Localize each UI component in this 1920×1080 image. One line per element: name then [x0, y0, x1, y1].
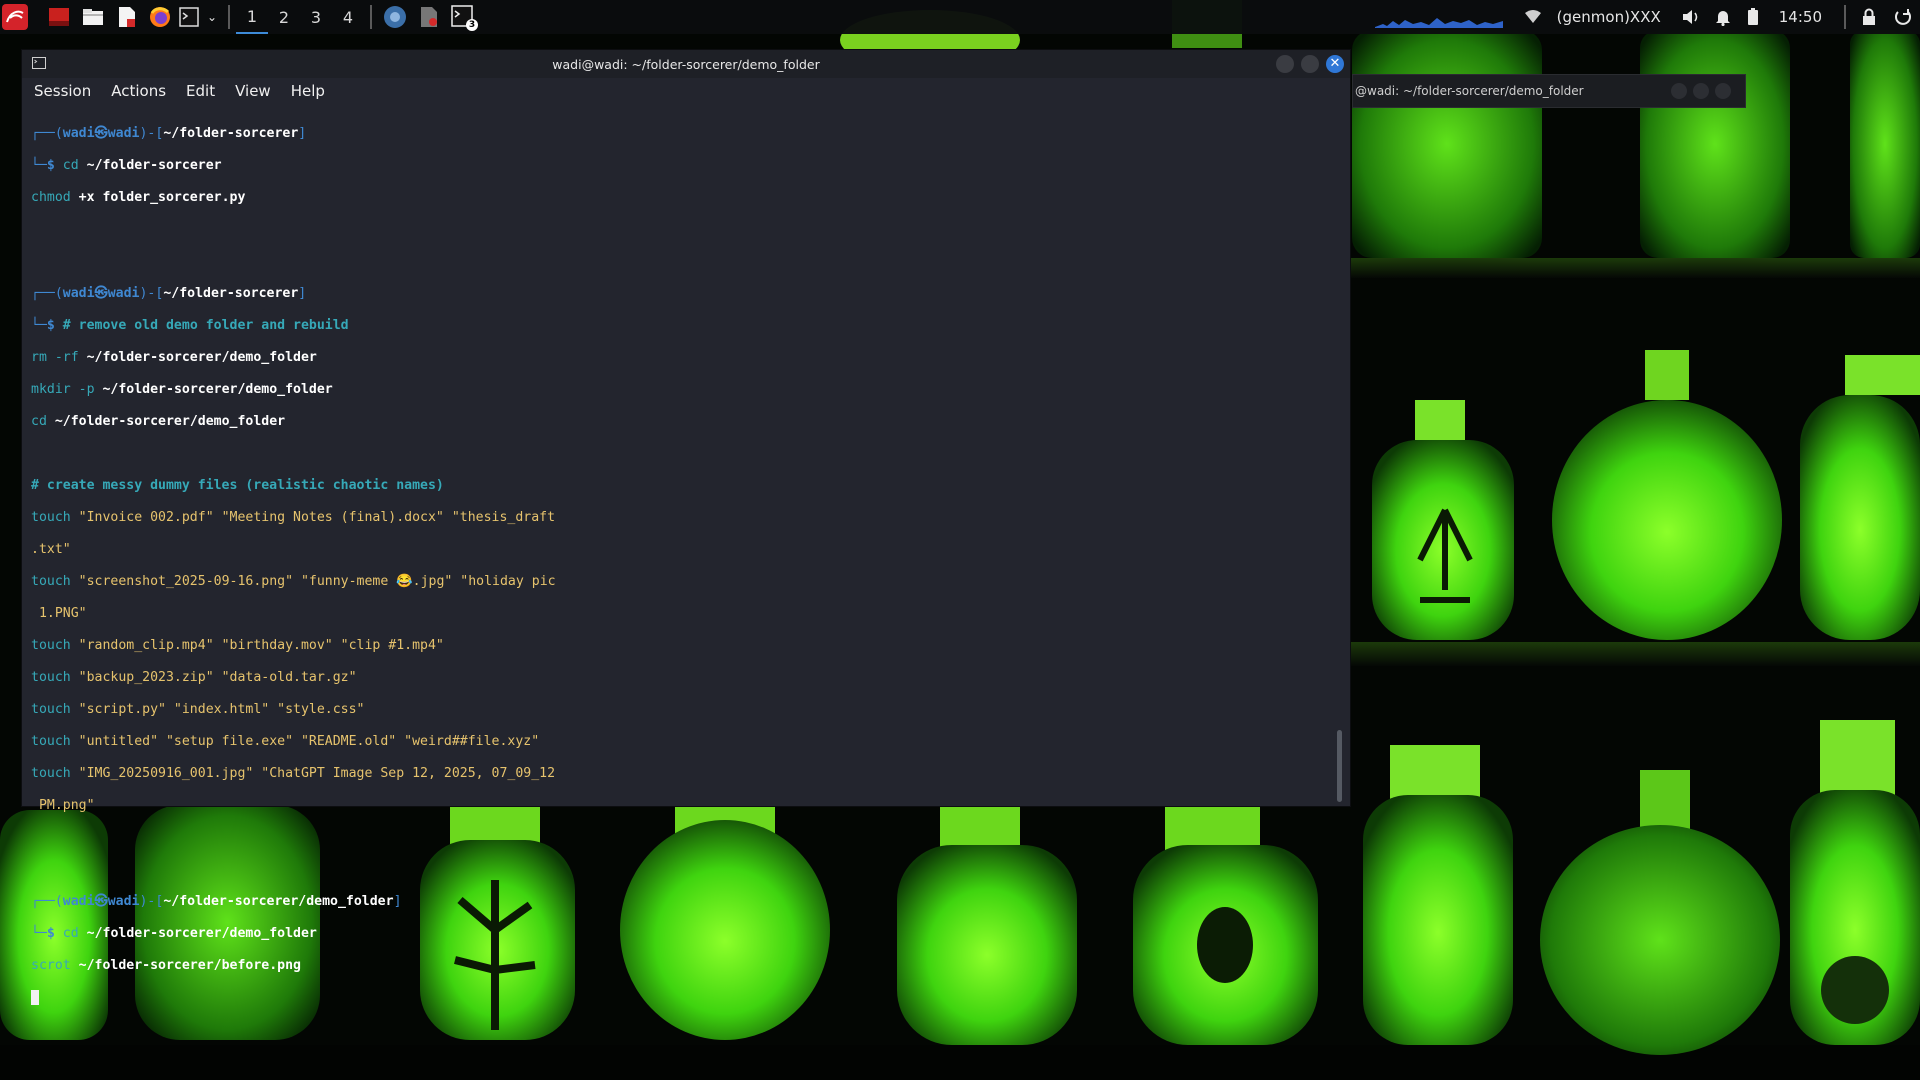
- genmon-label[interactable]: (genmon)XXX: [1557, 8, 1661, 26]
- command-line: scrot ~/folder-sorcerer/before.png: [31, 958, 301, 973]
- command-line: touch "IMG_20250916_001.jpg" "ChatGPT Im…: [31, 766, 556, 781]
- command-line: touch "screenshot_2025-09-16.png" "funny…: [31, 574, 556, 589]
- minimize-button[interactable]: [1276, 55, 1294, 73]
- show-desktop-icon[interactable]: [42, 0, 76, 34]
- menu-bar: Session Actions Edit View Help: [22, 78, 1350, 104]
- command-line: touch "script.py" "index.html" "style.cs…: [31, 702, 365, 717]
- workspace-1[interactable]: 1: [236, 0, 268, 34]
- chromium-icon[interactable]: [378, 0, 412, 34]
- background-terminal-window[interactable]: @wadi: ~/folder-sorcerer/demo_folder: [1352, 74, 1746, 108]
- command-line: └─$ cd ~/folder-sorcerer/demo_folder: [31, 926, 317, 941]
- maximize-button[interactable]: [1693, 83, 1709, 99]
- terminal-window[interactable]: wadi@wadi: ~/folder-sorcerer/demo_folder…: [22, 50, 1350, 1005]
- close-button[interactable]: ✕: [1326, 55, 1344, 73]
- notifications-icon[interactable]: [1707, 0, 1739, 34]
- terminal-icon: [32, 57, 46, 72]
- power-icon[interactable]: [1886, 0, 1920, 34]
- menu-help[interactable]: Help: [291, 82, 325, 100]
- text-cursor: [31, 990, 39, 1005]
- lock-icon[interactable]: [1852, 0, 1886, 34]
- volume-icon[interactable]: [1675, 0, 1707, 34]
- workspace-4[interactable]: 4: [332, 0, 364, 34]
- command-line: touch "Invoice 002.pdf" "Meeting Notes (…: [31, 510, 556, 525]
- text-editor-icon[interactable]: [110, 0, 144, 34]
- command-line: cd ~/folder-sorcerer/demo_folder: [31, 414, 286, 429]
- window-titlebar[interactable]: wadi@wadi: ~/folder-sorcerer/demo_folder…: [22, 50, 1350, 78]
- workspace-2[interactable]: 2: [268, 0, 300, 34]
- network-icon[interactable]: [1519, 0, 1547, 34]
- document-viewer-icon[interactable]: [412, 0, 446, 34]
- command-line: rm -rf ~/folder-sorcerer/demo_folder: [31, 350, 317, 365]
- menu-edit[interactable]: Edit: [186, 82, 215, 100]
- command-line: 1.PNG": [31, 606, 87, 621]
- menu-view[interactable]: View: [235, 82, 271, 100]
- cursor-line[interactable]: [31, 990, 1332, 1006]
- prompt-line: ┌──(wadi㉿wadi)-[~/folder-sorcerer]: [31, 126, 307, 141]
- panel-separator: [370, 5, 372, 29]
- top-panel: ⌄ 1 2 3 4 3 (genmon)XXX 14:50: [0, 0, 1920, 34]
- close-button[interactable]: [1715, 83, 1731, 99]
- file-manager-icon[interactable]: [76, 0, 110, 34]
- comment-line: # create messy dummy files (realistic ch…: [31, 478, 444, 493]
- command-line: └─$ # remove old demo folder and rebuild: [31, 318, 349, 333]
- menu-actions[interactable]: Actions: [111, 82, 166, 100]
- panel-separator: [228, 5, 230, 29]
- workspace-3[interactable]: 3: [300, 0, 332, 34]
- window-title: wadi@wadi: ~/folder-sorcerer/demo_folder: [552, 56, 820, 72]
- menu-session[interactable]: Session: [34, 82, 91, 100]
- panel-separator: [1844, 5, 1846, 29]
- maximize-button[interactable]: [1301, 55, 1319, 73]
- terminal-icon[interactable]: [176, 0, 202, 34]
- terminal-icon[interactable]: 3: [446, 0, 480, 34]
- prompt-line: ┌──(wadi㉿wadi)-[~/folder-sorcerer/demo_f…: [31, 894, 402, 909]
- command-line: touch "backup_2023.zip" "data-old.tar.gz…: [31, 670, 357, 685]
- window-count-badge: 3: [466, 19, 478, 31]
- network-graph: [1374, 18, 1503, 28]
- prompt-line: ┌──(wadi㉿wadi)-[~/folder-sorcerer]: [31, 286, 307, 301]
- terminal-output[interactable]: ┌──(wadi㉿wadi)-[~/folder-sorcerer] └─$ c…: [22, 108, 1332, 1005]
- command-line: touch "untitled" "setup file.exe" "READM…: [31, 734, 540, 749]
- command-line: PM.png": [31, 798, 95, 813]
- command-line: touch "random_clip.mp4" "birthday.mov" "…: [31, 638, 444, 653]
- scrollbar[interactable]: [1337, 730, 1342, 802]
- clock[interactable]: 14:50: [1779, 8, 1822, 26]
- command-line: mkdir -p ~/folder-sorcerer/demo_folder: [31, 382, 333, 397]
- command-line: chmod +x folder_sorcerer.py: [31, 190, 246, 205]
- firefox-icon[interactable]: [144, 0, 176, 34]
- command-line: .txt": [31, 542, 71, 557]
- minimize-button[interactable]: [1671, 83, 1687, 99]
- kali-menu-icon[interactable]: [0, 0, 30, 34]
- command-line: └─$ cd ~/folder-sorcerer: [31, 158, 222, 173]
- chevron-down-icon[interactable]: ⌄: [202, 0, 222, 34]
- panel-tray: (genmon)XXX 14:50: [1374, 0, 1920, 34]
- background-window-title: @wadi: ~/folder-sorcerer/demo_folder: [1355, 84, 1584, 98]
- battery-icon[interactable]: [1739, 0, 1767, 34]
